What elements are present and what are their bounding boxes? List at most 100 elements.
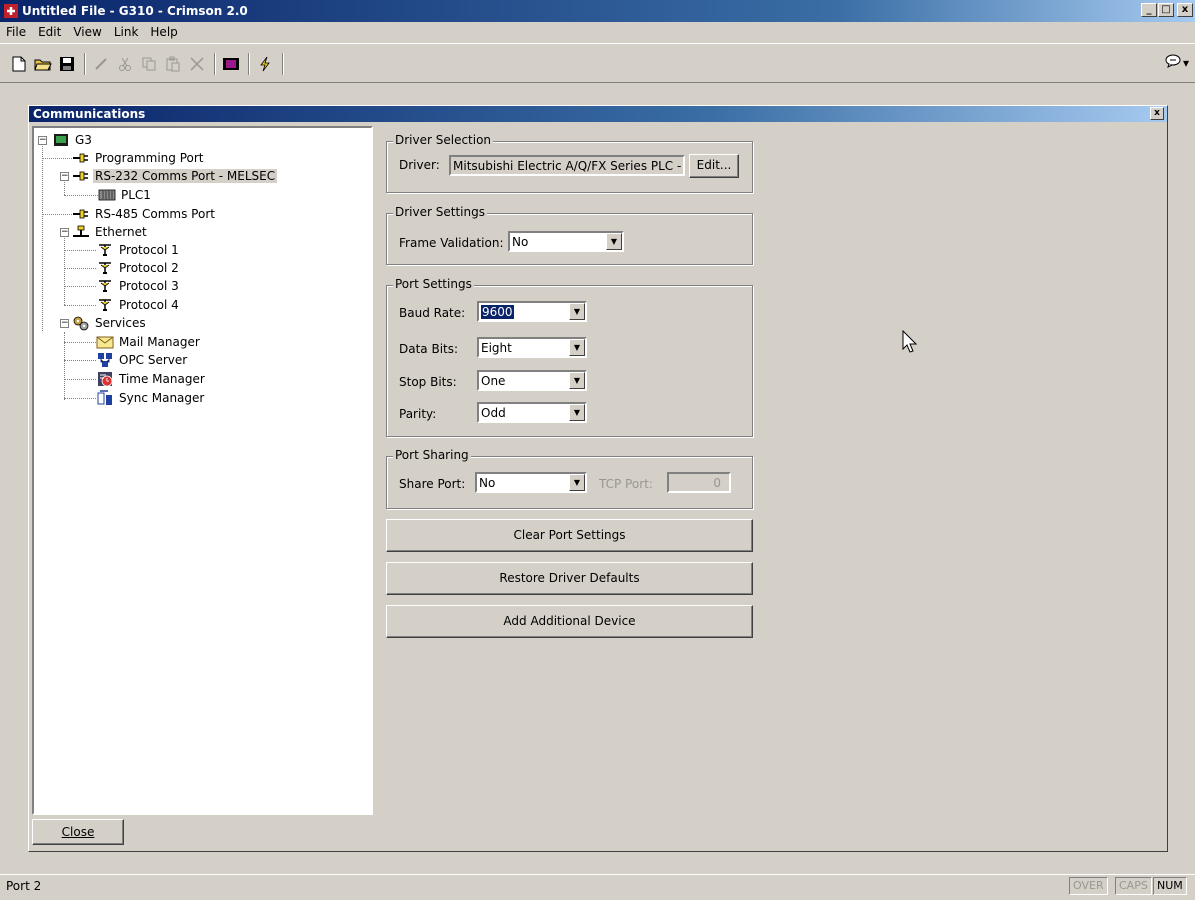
tree-item-protocol-2[interactable]: Protocol 2 — [96, 259, 181, 277]
tree-item-protocol-4[interactable]: Protocol 4 — [96, 296, 181, 314]
menu-file[interactable]: File — [0, 25, 32, 39]
title-bar[interactable]: Untitled File - G310 - Crimson 2.0 _ □ x — [0, 0, 1195, 22]
edit-driver-button[interactable]: Edit... — [689, 154, 739, 178]
paste-icon[interactable] — [162, 53, 184, 75]
tree-label: RS-232 Comms Port - MELSEC — [93, 169, 278, 183]
delete-icon[interactable] — [186, 53, 208, 75]
parity-select[interactable]: Odd ▼ — [477, 402, 587, 423]
device-icon — [52, 132, 70, 148]
collapse-toggle[interactable]: − — [60, 228, 69, 237]
pen-icon[interactable] — [90, 53, 112, 75]
cut-icon[interactable] — [114, 53, 136, 75]
tree-label: Sync Manager — [119, 391, 205, 405]
frame-validation-label: Frame Validation: — [399, 236, 504, 250]
toolbar-separator — [84, 53, 86, 75]
save-icon[interactable] — [56, 53, 78, 75]
share-port-select[interactable]: No ▼ — [475, 472, 587, 493]
toolbar: ▾ — [0, 43, 1195, 83]
tree-line — [64, 286, 96, 287]
maximize-button[interactable]: □ — [1158, 3, 1174, 17]
tree-label: Mail Manager — [119, 335, 200, 349]
copy-icon[interactable] — [138, 53, 160, 75]
speech-balloon-icon — [1165, 54, 1181, 71]
tree-item-g3[interactable]: G3 — [52, 131, 94, 149]
tree-line — [64, 360, 96, 361]
close-window-button[interactable]: x — [1177, 3, 1193, 17]
gears-icon — [72, 315, 90, 331]
clear-port-settings-button[interactable]: Clear Port Settings — [386, 519, 753, 552]
toolbar-separator — [214, 53, 216, 75]
tree-line — [64, 250, 96, 251]
tree-label: Programming Port — [95, 151, 204, 165]
data-bits-select[interactable]: Eight ▼ — [477, 337, 587, 358]
tree-item-services[interactable]: Services — [72, 314, 148, 332]
driver-value: Mitsubishi Electric A/Q/FX Series PLC - … — [453, 158, 683, 173]
group-legend: Driver Selection — [393, 133, 494, 147]
tree-item-mail-manager[interactable]: Mail Manager — [96, 333, 202, 351]
protocol-icon — [96, 242, 114, 258]
tree-label: RS-485 Comms Port — [95, 207, 215, 221]
parity-value: Odd — [481, 405, 506, 420]
frame-validation-select[interactable]: No ▼ — [508, 231, 624, 252]
panel-title: Communications x — [29, 106, 1167, 122]
new-file-icon[interactable] — [8, 53, 30, 75]
menu-edit[interactable]: Edit — [32, 25, 67, 39]
tcp-port-field: 0 — [667, 472, 731, 493]
chevron-down-icon: ▾ — [1182, 55, 1189, 70]
ethernet-icon — [72, 224, 90, 240]
menu-help[interactable]: Help — [144, 25, 183, 39]
tree-item-protocol-1[interactable]: Protocol 1 — [96, 241, 181, 259]
tree-item-time-manager[interactable]: Time Manager — [96, 370, 207, 388]
tree-line — [64, 379, 96, 380]
port-plug-icon — [72, 168, 90, 184]
protocol-icon — [96, 278, 114, 294]
status-text: Port 2 — [6, 879, 42, 893]
tree-item-protocol-3[interactable]: Protocol 3 — [96, 277, 181, 295]
mouse-cursor-icon — [902, 329, 918, 357]
chevron-down-icon: ▼ — [569, 404, 585, 421]
menu-view[interactable]: View — [67, 25, 107, 39]
tree-line — [64, 268, 96, 269]
tree-item-ethernet[interactable]: Ethernet — [72, 223, 149, 241]
tree-label: PLC1 — [121, 188, 151, 202]
panel-title-text: Communications — [33, 107, 146, 121]
tree-line — [42, 214, 72, 215]
tree-line — [42, 141, 43, 331]
clock-icon — [96, 371, 114, 387]
lightning-icon[interactable] — [254, 53, 276, 75]
minimize-button[interactable]: _ — [1141, 3, 1157, 17]
panel-close-button[interactable]: x — [1150, 107, 1164, 120]
tcp-port-value: 0 — [713, 475, 721, 490]
num-indicator: NUM — [1153, 877, 1187, 895]
driver-label: Driver: — [399, 158, 440, 172]
close-button[interactable]: Close — [32, 819, 124, 845]
tree-label: Protocol 3 — [119, 279, 179, 293]
tree-item-opc-server[interactable]: OPC Server — [96, 351, 189, 369]
menu-link[interactable]: Link — [108, 25, 145, 39]
tree-item-plc1[interactable]: PLC1 — [98, 186, 153, 204]
communications-panel: Communications x − G3 Programming Port −… — [28, 105, 1168, 852]
baud-rate-select[interactable]: 9600 ▼ — [477, 301, 587, 322]
toolbar-separator — [282, 53, 284, 75]
driver-selection-group: Driver Selection Driver: Mitsubishi Elec… — [386, 133, 753, 193]
tree-label: Protocol 2 — [119, 261, 179, 275]
add-additional-device-button[interactable]: Add Additional Device — [386, 605, 753, 638]
chevron-down-icon: ▼ — [606, 233, 622, 250]
collapse-toggle[interactable]: − — [60, 319, 69, 328]
stop-bits-select[interactable]: One ▼ — [477, 370, 587, 391]
restore-driver-defaults-button[interactable]: Restore Driver Defaults — [386, 562, 753, 595]
comms-tree[interactable]: − G3 Programming Port − RS-232 Comms Por… — [32, 126, 373, 815]
tree-item-programming-port[interactable]: Programming Port — [72, 149, 205, 167]
parity-label: Parity: — [399, 407, 437, 421]
tree-item-rs485[interactable]: RS-485 Comms Port — [72, 205, 217, 223]
help-balloon-button[interactable]: ▾ — [1165, 54, 1189, 71]
tree-item-sync-manager[interactable]: Sync Manager — [96, 389, 206, 407]
protocol-icon — [96, 260, 114, 276]
status-bar: Port 2 OVER CAPS NUM — [0, 874, 1195, 898]
tree-item-rs232[interactable]: RS-232 Comms Port - MELSEC — [72, 167, 278, 185]
tree-label: Services — [95, 316, 146, 330]
collapse-toggle[interactable]: − — [60, 172, 69, 181]
open-folder-icon[interactable] — [32, 53, 54, 75]
collapse-toggle[interactable]: − — [38, 136, 47, 145]
display-icon[interactable] — [220, 53, 242, 75]
